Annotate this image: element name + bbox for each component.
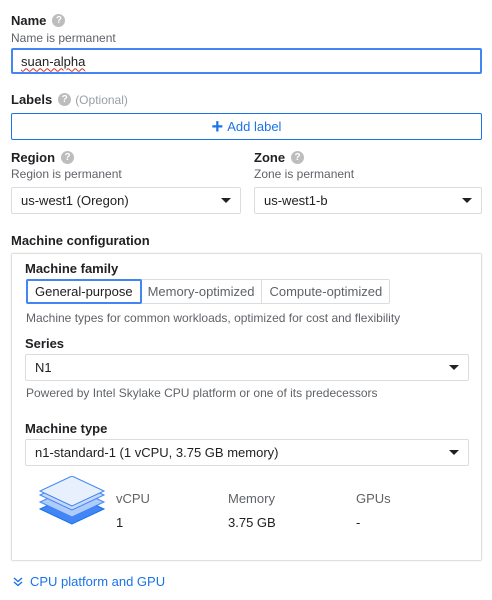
machine-family-hint: Machine types for common workloads, opti… (26, 311, 401, 325)
region-label: Region ? (11, 150, 75, 165)
region-hint: Region is permanent (11, 167, 122, 181)
tab-memory-optimized[interactable]: Memory-optimized (141, 280, 263, 303)
machine-config-panel: Machine family General-purpose Memory-op… (11, 253, 482, 561)
name-label: Name ? (11, 13, 66, 28)
machine-family-tabs: General-purpose Memory-optimized Compute… (26, 279, 391, 304)
memory-label: Memory (228, 491, 275, 506)
help-icon[interactable]: ? (61, 151, 75, 164)
zone-hint: Zone is permanent (254, 167, 355, 181)
optional-text: (Optional) (75, 92, 128, 107)
vcpu-label: vCPU (116, 491, 150, 506)
dropdown-arrow-icon (221, 198, 231, 203)
dropdown-arrow-icon (449, 365, 459, 370)
add-label-button[interactable]: + Add label (11, 113, 482, 140)
machine-family-label: Machine family (25, 261, 119, 276)
help-icon[interactable]: ? (52, 14, 66, 27)
machine-type-select[interactable]: n1-standard-1 (1 vCPU, 3.75 GB memory) (25, 439, 469, 466)
series-label: Series (25, 336, 65, 351)
vcpu-value: 1 (116, 515, 124, 530)
dropdown-arrow-icon (462, 198, 472, 203)
zone-label: Zone ? (254, 150, 305, 165)
gpus-label: GPUs (356, 491, 391, 506)
tab-compute-optimized[interactable]: Compute-optimized (262, 280, 389, 303)
machine-config-heading: Machine configuration (11, 233, 150, 248)
expand-chevron-icon (13, 576, 23, 586)
plus-icon: + (211, 115, 224, 138)
machine-type-label: Machine type (25, 421, 108, 436)
region-select[interactable]: us-west1 (Oregon) (11, 187, 241, 214)
gpus-value: - (356, 515, 361, 530)
name-hint: Name is permanent (11, 31, 116, 45)
dropdown-arrow-icon (449, 450, 459, 455)
labels-label: Labels ? (Optional) (11, 92, 128, 107)
zone-select[interactable]: us-west1-b (254, 187, 482, 214)
memory-value: 3.75 GB (228, 515, 276, 530)
name-input[interactable]: suan-alpha (11, 48, 482, 74)
help-icon[interactable]: ? (58, 93, 72, 106)
series-hint: Powered by Intel Skylake CPU platform or… (26, 386, 378, 400)
series-select[interactable]: N1 (25, 354, 469, 381)
cpu-platform-gpu-link[interactable]: CPU platform and GPU (13, 574, 165, 589)
name-input-value: suan-alpha (21, 53, 86, 69)
machine-layers-icon (38, 476, 106, 525)
help-icon[interactable]: ? (291, 151, 305, 164)
tab-general-purpose[interactable]: General-purpose (26, 279, 142, 304)
